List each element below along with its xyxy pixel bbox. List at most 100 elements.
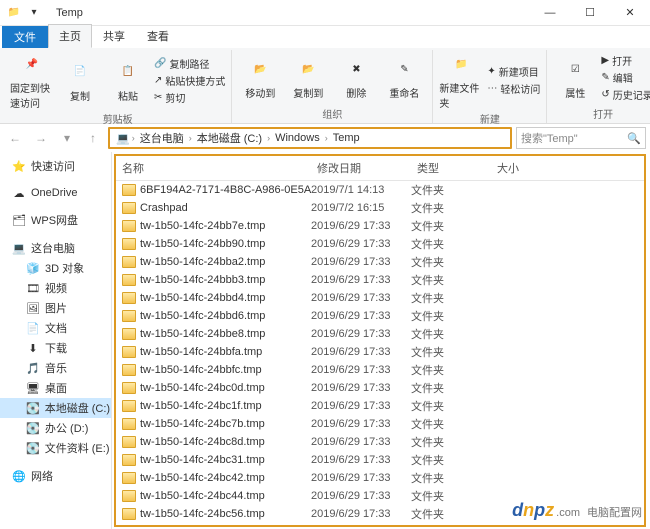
sidebar-edrive[interactable]: 💽文件资料 (E:) <box>0 438 111 458</box>
table-row[interactable]: tw-1b50-14fc-24bbfa.tmp2019/6/29 17:33文件… <box>116 343 644 361</box>
open-button[interactable]: ▶打开 <box>601 53 650 68</box>
edit-icon: ✎ <box>601 72 609 83</box>
table-row[interactable]: tw-1b50-14fc-24bbe8.tmp2019/6/29 17:33文件… <box>116 325 644 343</box>
chevron-right-icon: › <box>267 133 270 143</box>
sidebar-ddrive[interactable]: 💽办公 (D:) <box>0 418 111 438</box>
table-row[interactable]: tw-1b50-14fc-24bb7e.tmp2019/6/29 17:33文件… <box>116 217 644 235</box>
up-button[interactable]: ↑ <box>82 127 104 149</box>
folder-icon <box>122 256 136 268</box>
copy-path-button[interactable]: 🔗复制路径 <box>154 56 225 71</box>
open-grp-label: 打开 <box>593 105 613 123</box>
file-date: 2019/6/29 17:33 <box>311 274 411 286</box>
file-name: tw-1b50-14fc-24bc56.tmp <box>140 508 265 520</box>
table-row[interactable]: tw-1b50-14fc-24bba2.tmp2019/6/29 17:33文件… <box>116 253 644 271</box>
folder-icon: 📁 <box>6 5 22 21</box>
file-name: tw-1b50-14fc-24bbfc.tmp <box>140 364 262 376</box>
file-type: 文件夹 <box>411 434 491 450</box>
table-row[interactable]: tw-1b50-14fc-24bc31.tmp2019/6/29 17:33文件… <box>116 451 644 469</box>
crumb-windows[interactable]: Windows <box>272 132 323 144</box>
close-button[interactable]: ✕ <box>610 0 650 26</box>
file-type: 文件夹 <box>411 254 491 270</box>
breadcrumb[interactable]: 💻 › 这台电脑 › 本地磁盘 (C:) › Windows › Temp <box>108 127 512 149</box>
sidebar-quick-access[interactable]: ⭐快速访问 <box>0 156 111 176</box>
col-name[interactable]: 名称 <box>116 156 311 180</box>
sidebar-desktop[interactable]: 🖥桌面 <box>0 378 111 398</box>
tab-file[interactable]: 文件 <box>2 26 48 48</box>
picture-icon: 🖼 <box>26 301 40 315</box>
pin-button[interactable]: 📌固定到快速访问 <box>10 50 54 110</box>
tab-share[interactable]: 共享 <box>92 24 136 48</box>
file-type: 文件夹 <box>411 236 491 252</box>
table-row[interactable]: tw-1b50-14fc-24bc1f.tmp2019/6/29 17:33文件… <box>116 397 644 415</box>
table-row[interactable]: tw-1b50-14fc-24bc42.tmp2019/6/29 17:33文件… <box>116 469 644 487</box>
download-icon: ⬇ <box>26 341 40 355</box>
table-row[interactable]: tw-1b50-14fc-24bc0d.tmp2019/6/29 17:33文件… <box>116 379 644 397</box>
table-row[interactable]: tw-1b50-14fc-24bbd6.tmp2019/6/29 17:33文件… <box>116 307 644 325</box>
sidebar-music[interactable]: 🎵音乐 <box>0 358 111 378</box>
edit-button[interactable]: ✎编辑 <box>601 70 650 85</box>
tab-view[interactable]: 查看 <box>136 24 180 48</box>
wps-icon: 🗂 <box>12 213 26 227</box>
delete-button[interactable]: ✖删除 <box>334 50 378 105</box>
table-row[interactable]: tw-1b50-14fc-24bbd4.tmp2019/6/29 17:33文件… <box>116 289 644 307</box>
folder-icon <box>122 400 136 412</box>
maximize-button[interactable]: ☐ <box>570 0 610 26</box>
crumb-temp[interactable]: Temp <box>330 132 363 144</box>
dropdown-icon[interactable]: ▾ <box>26 5 42 21</box>
easyaccess-button[interactable]: ⋯轻松访问 <box>487 81 540 96</box>
file-type: 文件夹 <box>411 452 491 468</box>
ribbon: 📌固定到快速访问 📄复制 📋粘贴 🔗复制路径 ↗粘贴快捷方式 ✂剪切 剪贴板 📂… <box>0 48 650 124</box>
file-date: 2019/6/29 17:33 <box>311 418 411 430</box>
cube-icon: 🧊 <box>26 261 40 275</box>
paste-shortcut-button[interactable]: ↗粘贴快捷方式 <box>154 73 225 88</box>
folder-icon <box>122 472 136 484</box>
sidebar-downloads[interactable]: ⬇下载 <box>0 338 111 358</box>
minimize-button[interactable]: — <box>530 0 570 26</box>
back-button[interactable]: ← <box>4 127 26 149</box>
table-row[interactable]: tw-1b50-14fc-24bc7b.tmp2019/6/29 17:33文件… <box>116 415 644 433</box>
sidebar-thispc[interactable]: 💻这台电脑 <box>0 238 111 258</box>
table-row[interactable]: tw-1b50-14fc-24bc67.tmp2019/6/29 17:33文件… <box>116 523 644 525</box>
sidebar-video[interactable]: 🎞视频 <box>0 278 111 298</box>
recent-button[interactable]: ▾ <box>56 127 78 149</box>
newitem-button[interactable]: ✦新建项目 <box>487 64 540 79</box>
rename-button[interactable]: ✎重命名 <box>382 50 426 105</box>
history-button[interactable]: ↺历史记录 <box>601 87 650 102</box>
cut-button[interactable]: ✂剪切 <box>154 90 225 105</box>
col-date[interactable]: 修改日期 <box>311 156 411 180</box>
file-type: 文件夹 <box>411 344 491 360</box>
copy-button[interactable]: 📄复制 <box>58 50 102 110</box>
path-icon: 🔗 <box>154 58 166 69</box>
sidebar-wps[interactable]: 🗂WPS网盘 <box>0 210 111 230</box>
tab-home[interactable]: 主页 <box>48 24 92 48</box>
copyto-button[interactable]: 📂复制到 <box>286 50 330 105</box>
sidebar-cdrive[interactable]: 💽本地磁盘 (C:) <box>0 398 111 418</box>
properties-button[interactable]: ☑属性 <box>553 50 597 105</box>
col-size[interactable]: 大小 <box>491 156 551 180</box>
sidebar-onedrive[interactable]: ☁OneDrive <box>0 184 111 202</box>
crumb-drive[interactable]: 本地磁盘 (C:) <box>194 130 265 146</box>
paste-button[interactable]: 📋粘贴 <box>106 50 150 110</box>
forward-button[interactable]: → <box>30 127 52 149</box>
pc-icon: 💻 <box>116 132 130 145</box>
folder-icon <box>122 220 136 232</box>
sidebar-network[interactable]: 🌐网络 <box>0 466 111 486</box>
moveto-button[interactable]: 📂移动到 <box>238 50 282 105</box>
drive-icon: 💽 <box>26 441 40 455</box>
address-bar: ← → ▾ ↑ 💻 › 这台电脑 › 本地磁盘 (C:) › Windows ›… <box>0 124 650 152</box>
file-list[interactable]: 6BF194A2-7171-4B8C-A986-0E5A5AE...2019/7… <box>116 181 644 525</box>
sidebar-3d[interactable]: 🧊3D 对象 <box>0 258 111 278</box>
crumb-pc[interactable]: 这台电脑 <box>137 130 187 146</box>
table-row[interactable]: tw-1b50-14fc-24bbfc.tmp2019/6/29 17:33文件… <box>116 361 644 379</box>
table-row[interactable]: Crashpad2019/7/2 16:15文件夹 <box>116 199 644 217</box>
search-input[interactable]: 搜索"Temp" 🔍 <box>516 127 646 149</box>
file-date: 2019/6/29 17:33 <box>311 328 411 340</box>
col-type[interactable]: 类型 <box>411 156 491 180</box>
table-row[interactable]: 6BF194A2-7171-4B8C-A986-0E5A5AE...2019/7… <box>116 181 644 199</box>
table-row[interactable]: tw-1b50-14fc-24bb90.tmp2019/6/29 17:33文件… <box>116 235 644 253</box>
sidebar-docs[interactable]: 📄文档 <box>0 318 111 338</box>
newfolder-button[interactable]: 📁新建文件夹 <box>439 50 483 110</box>
table-row[interactable]: tw-1b50-14fc-24bbb3.tmp2019/6/29 17:33文件… <box>116 271 644 289</box>
sidebar-pictures[interactable]: 🖼图片 <box>0 298 111 318</box>
table-row[interactable]: tw-1b50-14fc-24bc8d.tmp2019/6/29 17:33文件… <box>116 433 644 451</box>
